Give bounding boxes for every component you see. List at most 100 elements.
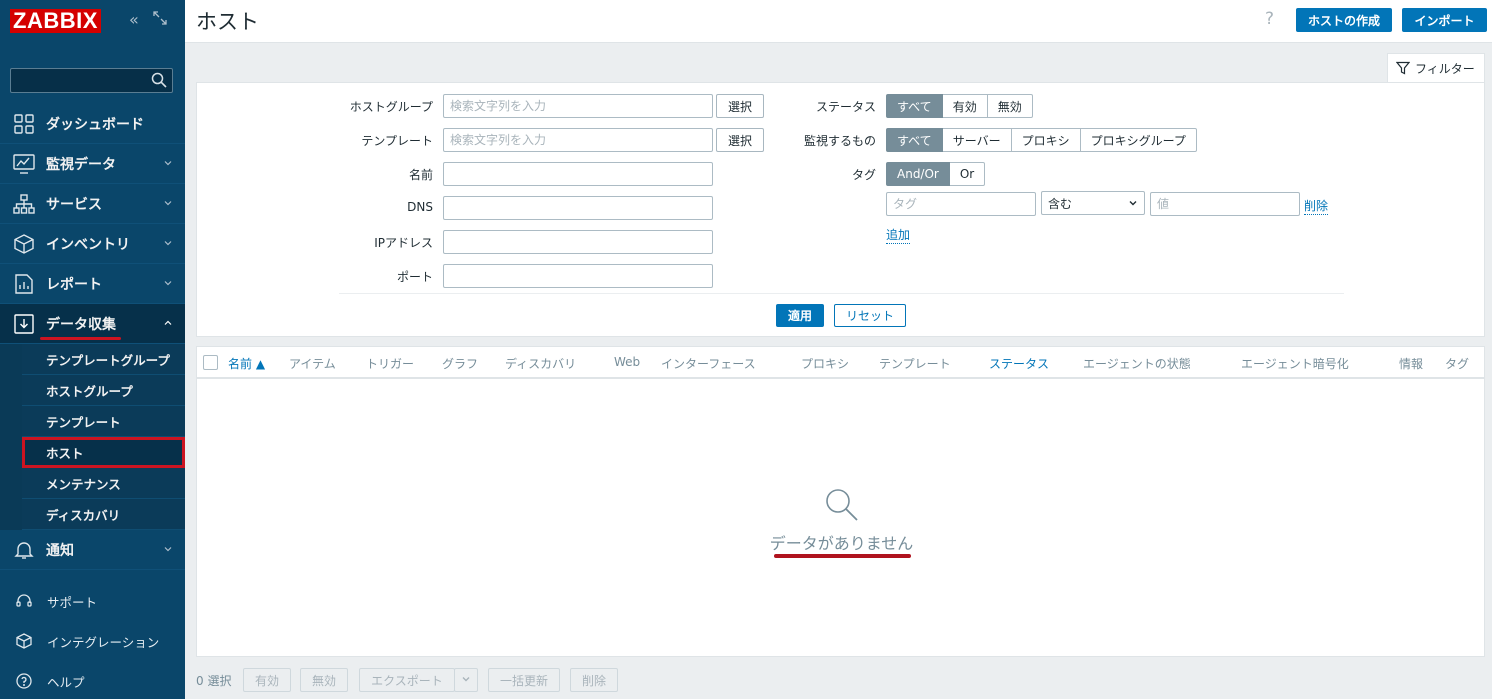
menu-label: 通知 — [46, 542, 74, 559]
select-all-checkbox[interactable] — [203, 355, 218, 370]
filter-tab[interactable]: フィルター — [1387, 53, 1485, 82]
menu-label: サポート — [47, 594, 98, 610]
integration-box-icon — [15, 632, 33, 650]
menu-monitoring[interactable]: 監視データ — [0, 144, 185, 184]
submenu-host-groups[interactable]: ホストグループ — [22, 375, 185, 406]
menu-label: ダッシュボード — [46, 116, 144, 133]
export-dropdown-button[interactable] — [454, 668, 478, 692]
column-name[interactable]: 名前 ▲ — [228, 355, 265, 372]
search-icon[interactable] — [151, 72, 167, 88]
menu-support[interactable]: サポート — [0, 581, 185, 621]
chevron-down-icon — [164, 547, 172, 552]
tag-logic-segmented: And/Or Or — [886, 162, 986, 186]
export-button[interactable]: エクスポート — [359, 668, 455, 692]
template-label: テンプレート — [361, 134, 433, 148]
menu-help[interactable]: ヘルプ — [0, 661, 185, 699]
mass-update-button[interactable]: 一括更新 — [488, 668, 560, 692]
column-agent-status: エージェントの状態 — [1083, 357, 1191, 371]
help-icon[interactable]: ? — [1265, 9, 1274, 29]
status-enabled[interactable]: 有効 — [942, 94, 988, 118]
chevron-down-icon — [164, 281, 172, 286]
enable-button[interactable]: 有効 — [243, 668, 291, 692]
monitored-server[interactable]: サーバー — [942, 128, 1012, 152]
column-status[interactable]: ステータス — [989, 355, 1049, 372]
status-all[interactable]: すべて — [886, 94, 943, 118]
column-info: 情報 — [1399, 357, 1424, 371]
host-group-label: ホストグループ — [349, 100, 433, 114]
create-host-button[interactable]: ホストの作成 — [1296, 8, 1392, 32]
menu-dashboards[interactable]: ダッシュボード — [0, 104, 185, 144]
column-templates: テンプレート — [879, 357, 951, 371]
column-triggers: トリガー — [366, 357, 415, 371]
page-title: ホスト — [196, 10, 259, 34]
menu-inventory[interactable]: インベントリ — [0, 224, 185, 264]
selected-count: 0 選択 — [196, 674, 232, 688]
menu-reports[interactable]: レポート — [0, 264, 185, 304]
column-graphs: グラフ — [442, 357, 479, 371]
submenu-template-groups[interactable]: テンプレートグループ — [22, 344, 185, 375]
sidebar: ZABBIX « ダッシュボード 監視データ サービス インベントリ レポート … — [0, 0, 185, 699]
hosts-table: 名前 ▲ アイテム トリガー グラフ ディスカバリ Web インターフェース プ… — [196, 346, 1485, 657]
submenu-templates[interactable]: テンプレート — [22, 406, 185, 437]
submenu-maintenance[interactable]: メンテナンス — [22, 468, 185, 499]
submenu-discovery[interactable]: ディスカバリ — [22, 499, 185, 530]
kiosk-mode-icon[interactable] — [153, 10, 167, 30]
port-input[interactable] — [443, 264, 713, 288]
monitored-by-segmented: すべて サーバー プロキシ プロキシグループ — [886, 128, 1197, 152]
name-label: 名前 — [408, 168, 433, 182]
column-interface: インターフェース — [661, 357, 756, 371]
help-circle-icon — [15, 672, 33, 690]
column-tags: タグ — [1445, 357, 1470, 371]
annotation-underline — [774, 554, 911, 558]
tag-name-input[interactable] — [886, 192, 1036, 216]
page-header: ホスト ? ホストの作成 インポート — [185, 0, 1492, 43]
monitored-all[interactable]: すべて — [886, 128, 943, 152]
tag-logic-andor[interactable]: And/Or — [886, 162, 950, 186]
collapse-sidebar-icon[interactable]: « — [129, 10, 139, 30]
inventory-box-icon — [13, 233, 35, 255]
data-collection-submenu: テンプレートグループ ホストグループ テンプレート ホスト メンテナンス ディス… — [0, 344, 185, 530]
services-icon — [13, 193, 35, 215]
menu-label: インテグレーション — [47, 634, 160, 650]
import-button[interactable]: インポート — [1402, 8, 1487, 32]
ip-input[interactable] — [443, 230, 713, 254]
status-disabled[interactable]: 無効 — [987, 94, 1033, 118]
zabbix-logo[interactable]: ZABBIX — [10, 9, 101, 33]
tag-operator-value: 含む — [1048, 196, 1073, 211]
tag-logic-or[interactable]: Or — [949, 162, 986, 186]
port-label: ポート — [396, 270, 433, 284]
menu-services[interactable]: サービス — [0, 184, 185, 224]
delete-button[interactable]: 削除 — [570, 668, 618, 692]
dns-input[interactable] — [443, 196, 713, 220]
tag-value-input[interactable] — [1150, 192, 1300, 216]
chevron-down-icon — [462, 677, 470, 682]
tag-remove-link[interactable]: 削除 — [1304, 197, 1329, 215]
column-items: アイテム — [289, 357, 336, 371]
menu-label: データ収集 — [46, 316, 116, 333]
reset-button[interactable]: リセット — [834, 304, 906, 327]
tag-add-link[interactable]: 追加 — [886, 226, 911, 244]
chevron-up-icon — [164, 320, 172, 325]
column-proxy: プロキシ — [801, 357, 850, 371]
filter-separator — [339, 293, 1344, 294]
tag-operator-select[interactable]: 含む — [1041, 191, 1145, 215]
column-web: Web — [614, 355, 641, 369]
bell-icon — [13, 539, 35, 561]
headset-icon — [15, 592, 33, 610]
submenu-hosts[interactable]: ホスト — [22, 437, 185, 468]
menu-label: ヘルプ — [47, 674, 85, 690]
disable-button[interactable]: 無効 — [300, 668, 348, 692]
dashboard-icon — [13, 113, 35, 135]
column-agent-encryption: エージェント暗号化 — [1241, 357, 1349, 371]
monitored-proxy-group[interactable]: プロキシグループ — [1080, 128, 1197, 152]
sidebar-search-input[interactable] — [10, 68, 173, 93]
monitored-proxy[interactable]: プロキシ — [1011, 128, 1081, 152]
no-data-message: データがありません — [769, 534, 914, 553]
menu-alerts[interactable]: 通知 — [0, 530, 185, 570]
chevron-down-icon — [164, 201, 172, 206]
menu-integrations[interactable]: インテグレーション — [0, 621, 185, 661]
status-segmented: すべて 有効 無効 — [886, 94, 1033, 118]
table-header: 名前 ▲ アイテム トリガー グラフ ディスカバリ Web インターフェース プ… — [197, 347, 1484, 379]
bottom-menu: サポート インテグレーション ヘルプ — [0, 581, 185, 699]
apply-button[interactable]: 適用 — [776, 304, 824, 327]
